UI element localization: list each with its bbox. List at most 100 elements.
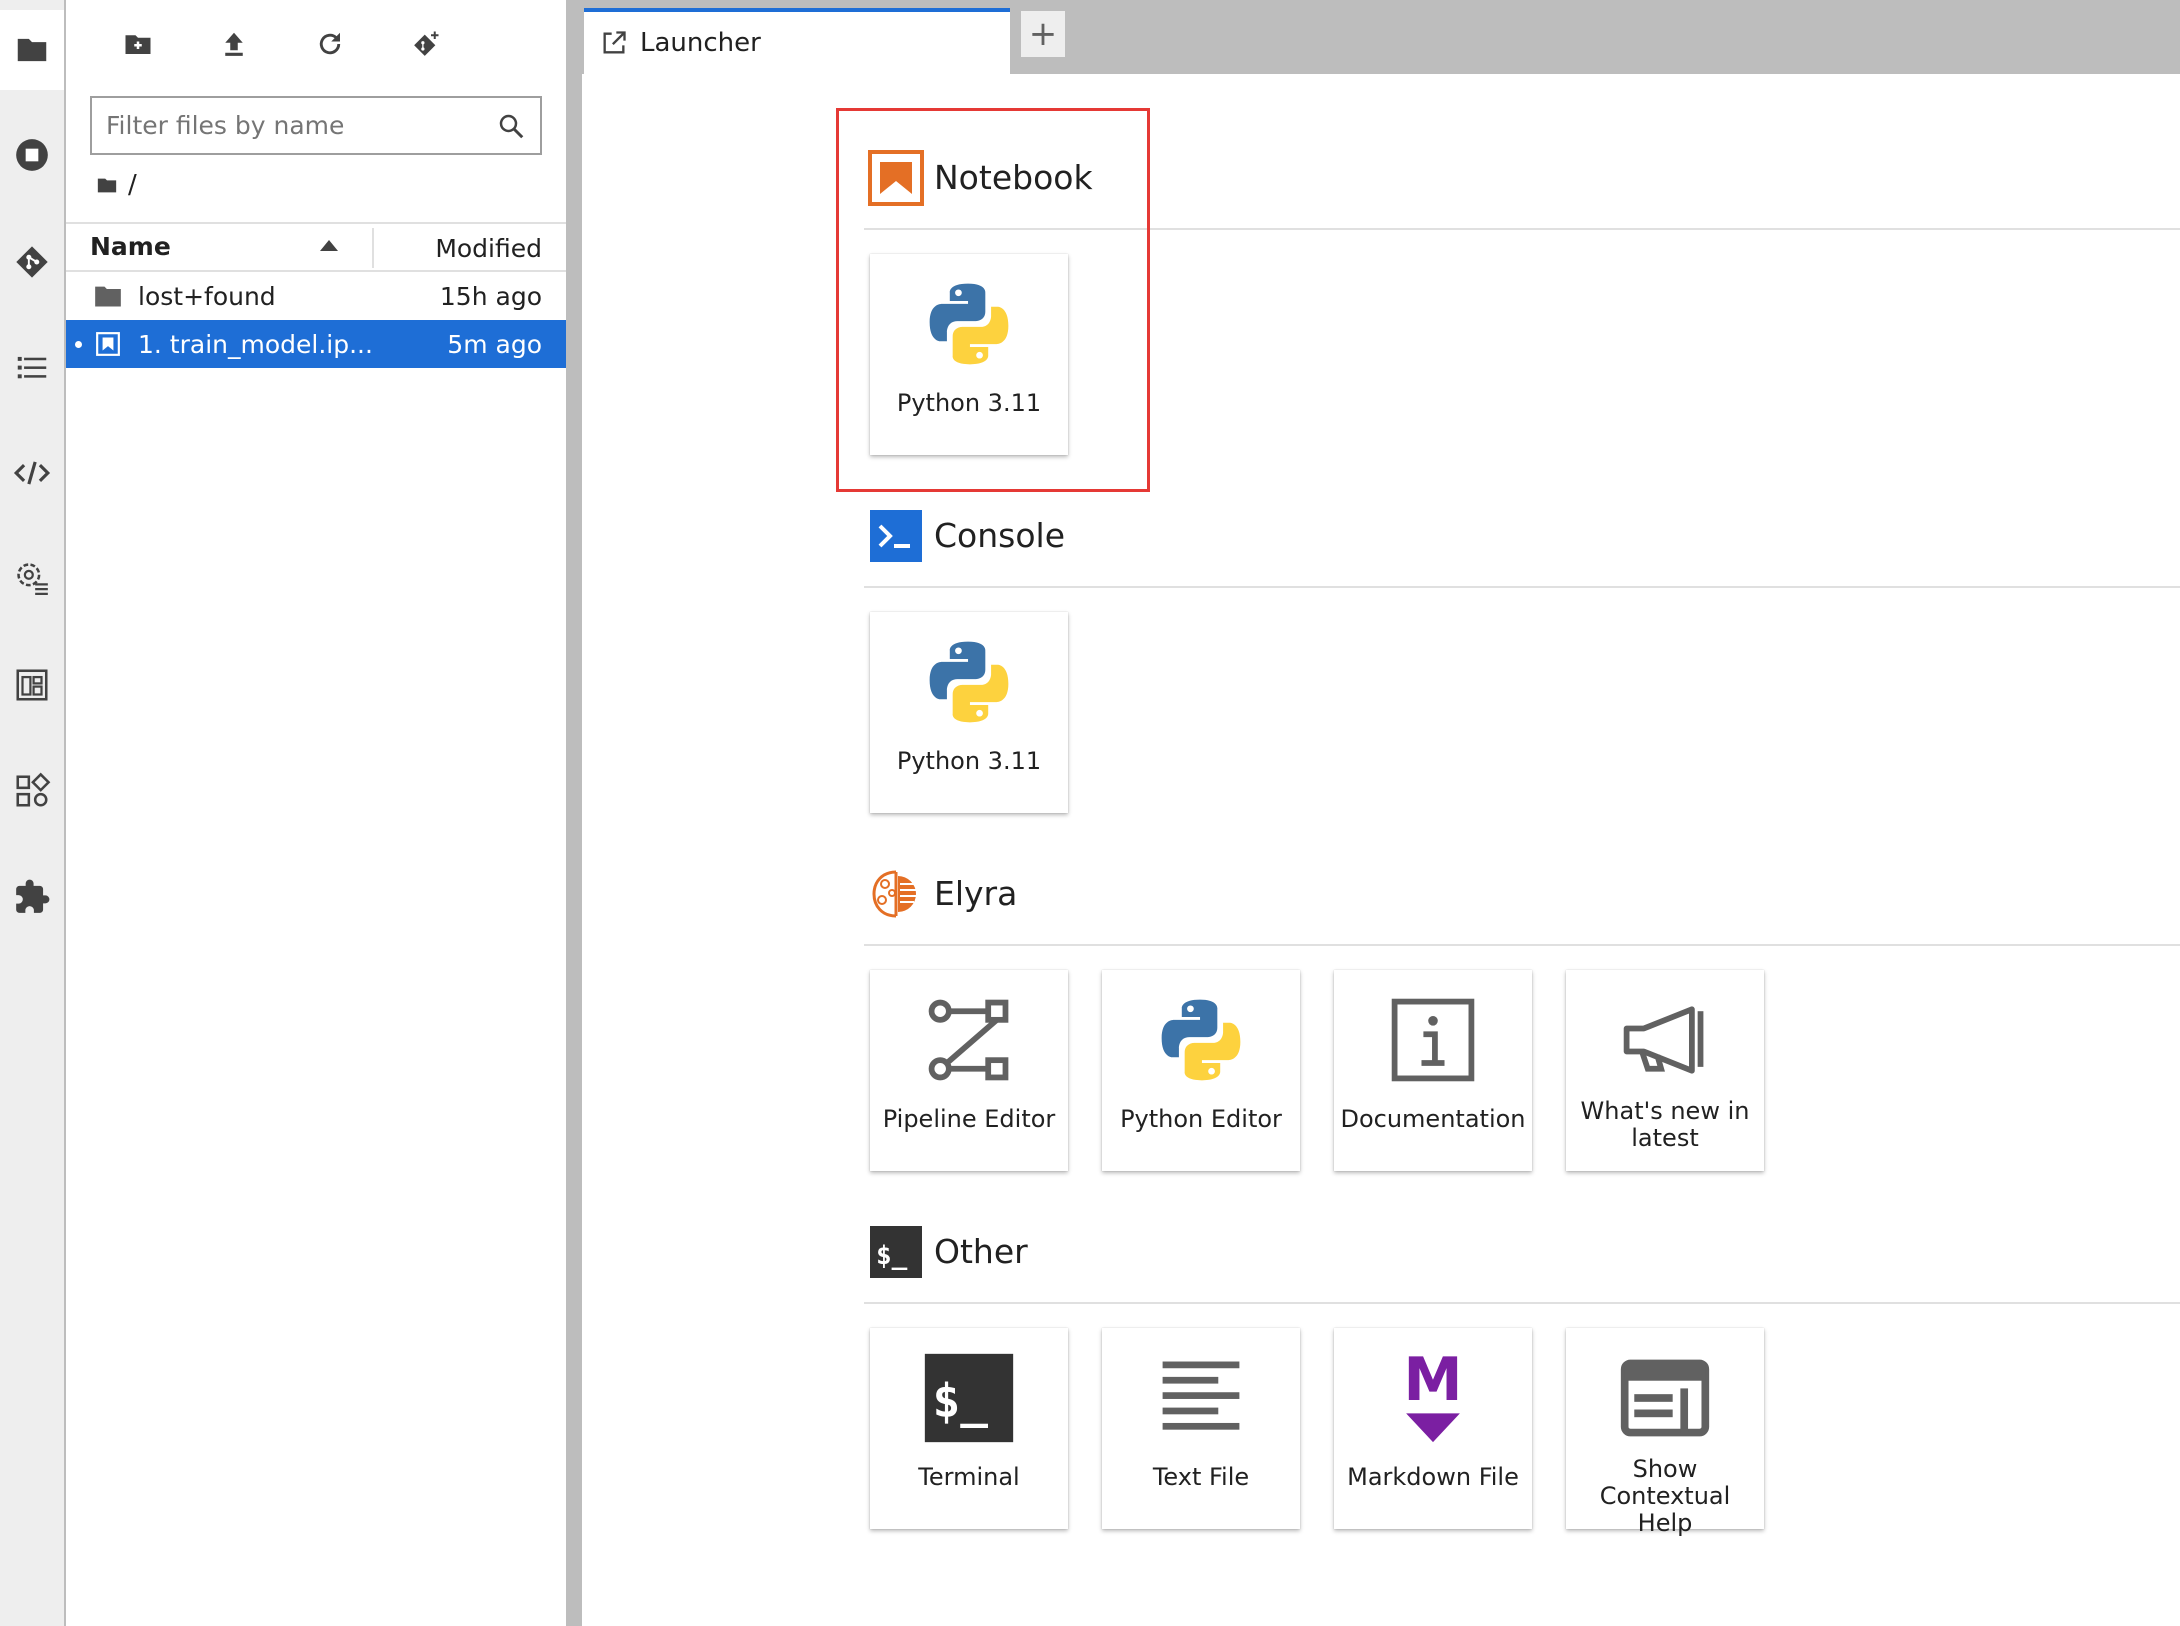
code-snippets-icon (13, 461, 51, 485)
activity-code-snippets[interactable] (0, 433, 64, 513)
file-row-lost-found[interactable]: lost+found 15h ago (66, 272, 566, 320)
notebook-file-icon (96, 332, 120, 356)
card-label: Python Editor (1120, 1105, 1282, 1133)
refresh-icon (319, 32, 341, 55)
file-name: lost+found (138, 282, 276, 311)
activity-running-sessions[interactable] (0, 115, 64, 195)
add-tab-button[interactable]: + (1020, 10, 1066, 58)
card-label: Show Contextual Help (1599, 1455, 1731, 1537)
card-label: What's new in latest (1580, 1097, 1750, 1152)
breadcrumb: / (96, 170, 137, 200)
running-sessions-icon (16, 139, 48, 171)
pipeline-icon (928, 999, 1009, 1081)
puzzle-extension-icon (16, 879, 50, 913)
markdown-icon: M (1403, 1350, 1463, 1443)
contextual-help-icon (1620, 1359, 1710, 1437)
card-notebook-python[interactable]: Python 3.11 (870, 254, 1068, 455)
section-title: Other (934, 1232, 1028, 1271)
notebook-icon (868, 150, 924, 206)
file-modified: 5m ago (447, 330, 542, 359)
property-inspector-icon (17, 563, 48, 595)
section-title: Elyra (934, 874, 1018, 913)
card-pipeline-editor[interactable]: Pipeline Editor (870, 970, 1068, 1171)
card-label: Python 3.11 (896, 747, 1042, 775)
activity-extension-manager[interactable] (0, 751, 64, 831)
tab-label: Launcher (640, 28, 761, 58)
column-modified-header[interactable]: Modified (435, 234, 542, 263)
file-modified: 15h ago (439, 282, 542, 311)
folder-icon (17, 38, 47, 62)
launcher-icon (603, 31, 626, 54)
launcher-panel: Notebook Python 3.11 Console Python 3.11… (582, 74, 2180, 1626)
tab-bar: Launcher + (582, 0, 2180, 74)
extension-manager-icon (16, 772, 51, 807)
breadcrumb-path[interactable]: / (128, 170, 137, 200)
card-console-python[interactable]: Python 3.11 (870, 612, 1068, 813)
card-label: Python 3.11 (896, 389, 1042, 417)
folder-icon (95, 286, 121, 307)
card-label: Pipeline Editor (882, 1105, 1056, 1133)
card-label: Text File (1152, 1463, 1250, 1491)
card-label: Markdown File (1347, 1463, 1519, 1491)
home-folder-icon[interactable] (96, 174, 118, 196)
section-other: $_ Other (864, 1224, 2180, 1304)
dashboard-icon (16, 669, 48, 701)
file-browser-toolbar (66, 0, 566, 90)
section-notebook: Notebook (864, 150, 2180, 230)
section-elyra: Elyra (864, 866, 2180, 946)
column-name-header[interactable]: Name (90, 232, 171, 261)
card-whats-new[interactable]: What's new in latest (1566, 970, 1764, 1171)
sort-ascending-icon (320, 240, 338, 251)
panel-splitter[interactable] (566, 0, 582, 1626)
text-file-icon (1162, 1361, 1240, 1430)
card-markdown-file[interactable]: M Markdown File (1334, 1328, 1532, 1529)
activity-extensions[interactable] (0, 857, 64, 937)
filter-files-box (90, 96, 542, 155)
elyra-brain-icon (872, 870, 916, 918)
file-row-train-model[interactable]: 1. train_model.ip... 5m ago (66, 320, 566, 368)
card-label: Terminal (918, 1463, 1020, 1491)
console-icon (870, 510, 922, 562)
activity-bar (0, 0, 66, 1626)
section-console: Console (864, 508, 2180, 588)
activity-property-inspector[interactable] (0, 538, 64, 618)
file-list-header: Name Modified (66, 222, 566, 272)
card-documentation[interactable]: Documentation (1334, 970, 1532, 1171)
activity-git[interactable] (0, 222, 64, 302)
file-name: 1. train_model.ip... (138, 330, 373, 359)
svg-text:M: M (1403, 1350, 1462, 1415)
python-logo-icon (929, 641, 1009, 723)
activity-table-of-contents[interactable] (0, 328, 64, 408)
section-title: Console (934, 516, 1066, 555)
activity-dashboard[interactable] (0, 645, 64, 725)
card-python-editor[interactable]: Python Editor (1102, 970, 1300, 1171)
refresh-button[interactable] (310, 24, 350, 64)
svg-text:$_: $_ (876, 1241, 908, 1271)
column-divider[interactable] (372, 228, 374, 268)
upload-icon (225, 32, 243, 56)
card-terminal[interactable]: $_ Terminal (870, 1328, 1068, 1529)
terminal-icon: $_ (924, 1353, 1014, 1443)
megaphone-icon (1623, 1006, 1704, 1074)
card-text-file[interactable]: Text File (1102, 1328, 1300, 1529)
new-folder-button[interactable] (118, 24, 158, 64)
activity-file-browser[interactable] (0, 10, 64, 90)
git-icon (16, 246, 48, 278)
info-icon (1391, 998, 1475, 1082)
search-icon[interactable] (496, 111, 526, 141)
file-browser-panel: / Name Modified lost+found 15h ago 1. tr… (66, 0, 566, 1626)
running-indicator (75, 341, 82, 348)
svg-text:$_: $_ (933, 1374, 989, 1428)
card-contextual-help[interactable]: Show Contextual Help (1566, 1328, 1764, 1537)
git-clone-icon (414, 31, 439, 56)
python-logo-icon (929, 283, 1009, 365)
python-logo-icon (1161, 999, 1241, 1081)
git-clone-button[interactable] (406, 24, 446, 64)
table-of-contents-icon (17, 356, 47, 379)
upload-button[interactable] (214, 24, 254, 64)
new-folder-icon (125, 35, 151, 54)
filter-files-input[interactable] (106, 111, 496, 140)
section-title: Notebook (934, 158, 1093, 197)
terminal-section-icon: $_ (870, 1226, 922, 1278)
tab-launcher[interactable]: Launcher (584, 8, 1010, 74)
